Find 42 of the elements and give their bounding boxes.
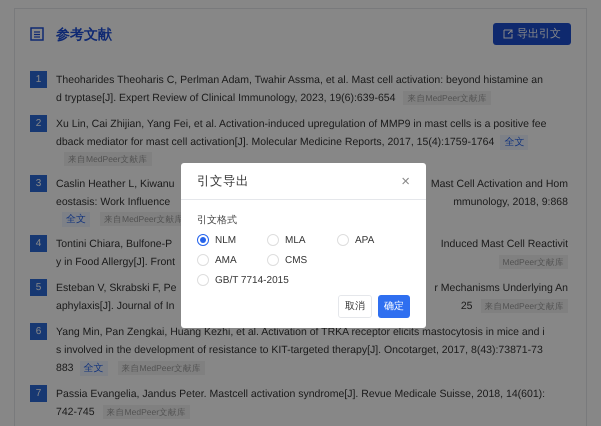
- reference-text: s involved in the development of resistance to KIT-targeted therapy[J]. Oncotarget, 2017, 8(43):73871-73: [56, 343, 543, 358]
- reference-text: Mast Cell Activation and Hom: [430, 177, 568, 192]
- reference-text: 883: [56, 361, 74, 376]
- reference-text: r Mechanisms Underlying An: [434, 281, 568, 296]
- reference-text: Induced Mast Cell Reactivit: [440, 237, 568, 252]
- reference-number: 5: [30, 279, 47, 296]
- reference-text: 742-745: [56, 405, 95, 420]
- format-radio[interactable]: CMS: [267, 252, 337, 268]
- reference-number: 4: [30, 235, 47, 252]
- format-radio[interactable]: MLA: [267, 232, 337, 248]
- cancel-button[interactable]: 取消: [338, 295, 372, 318]
- reference-number: 7: [30, 385, 47, 402]
- reference-number: 2: [30, 115, 47, 132]
- reference-text: Caslin Heather L, Kiwanu: [56, 177, 174, 192]
- reference-text: Theoharides Theoharis C, Perlman Adam, Twahir Assma, et al. Mast cell activation: beyond histamine an: [56, 73, 543, 88]
- reference-number: 3: [30, 175, 47, 192]
- reference-text: aphylaxis[J]. Journal of In: [56, 299, 174, 314]
- confirm-button[interactable]: 确定: [378, 295, 410, 318]
- reference-text: y in Food Allergy[J]. Front: [56, 255, 176, 270]
- format-radio[interactable]: GB/T 7714-2015: [197, 272, 407, 288]
- close-button[interactable]: ×: [401, 174, 410, 188]
- reference-text: Esteban V, Skrabski F, Pe: [56, 281, 176, 296]
- export-icon: [503, 29, 513, 39]
- reference-text: mmunology, 2018, 9:868: [453, 195, 568, 210]
- section-title: 参考文献: [56, 24, 112, 44]
- reference-text: 25: [460, 299, 472, 314]
- reference-text: eostasis: Work Influence: [56, 195, 170, 210]
- reference-number: 6: [30, 323, 47, 340]
- dialog-title: 引文导出: [197, 172, 249, 190]
- reference-text: Yang Min, Pan Zengkai, Huang Kezhi, et al. Activation of TRKA receptor elicits mastocytosis in mice and i: [56, 325, 545, 340]
- list-icon: [30, 27, 44, 41]
- format-radio[interactable]: AMA: [197, 252, 267, 268]
- reference-text: d tryptase[J]. Expert Review of Clinical Immunology, 2023, 19(6):639-654: [56, 91, 396, 106]
- reference-text: Tontini Chiara, Bulfone-P: [56, 237, 172, 252]
- export-citation-button[interactable]: 导出引文: [493, 23, 571, 45]
- format-label: 引文格式: [197, 214, 238, 228]
- reference-text: dback mediator for mast cell activation[J]. Molecular Medicine Reports, 2017, 15(4):1759-1764: [56, 135, 494, 150]
- reference-text: Passia Evangelia, Jandus Peter. Mastcell activation syndrome[J]. Revue Medicale Suisse, 2018, 14(601):: [56, 387, 546, 402]
- format-radio[interactable]: APA: [337, 232, 407, 248]
- format-radio[interactable]: NLM: [197, 232, 267, 248]
- reference-number: 1: [30, 71, 47, 88]
- reference-text: Xu Lin, Cai Zhijian, Yang Fei, et al. Activation-induced upregulation of MMP9 in mast cells is a positive fee: [56, 117, 546, 132]
